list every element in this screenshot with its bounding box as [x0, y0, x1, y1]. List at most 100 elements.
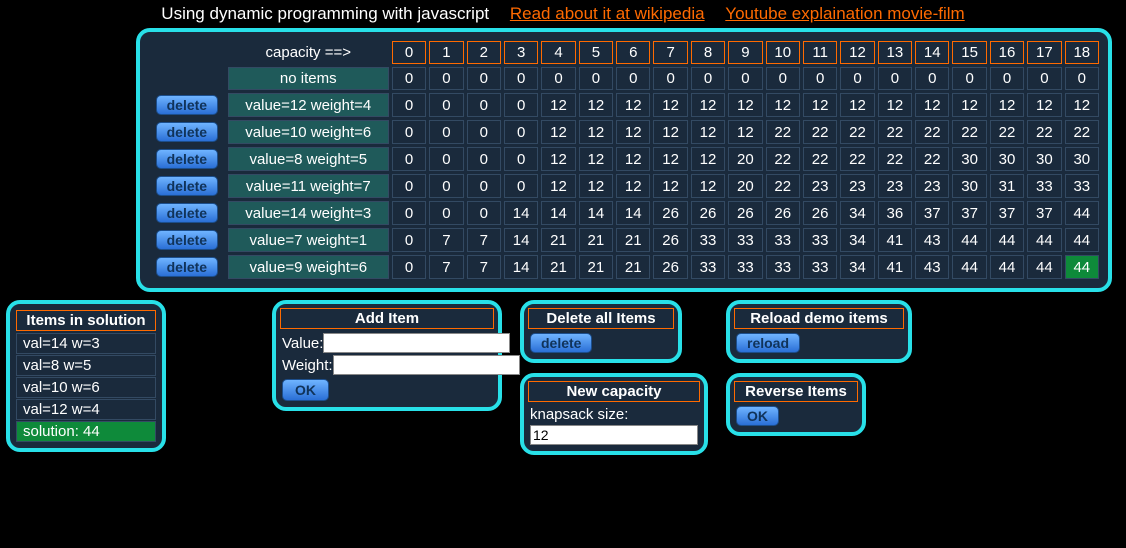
row-label: value=7 weight=1 — [228, 228, 389, 252]
dp-cell: 37 — [1027, 201, 1061, 225]
dp-cell: 0 — [392, 201, 426, 225]
delete-all-panel: Delete all Items delete — [520, 300, 682, 363]
row-label: value=10 weight=6 — [228, 120, 389, 144]
dp-cell: 34 — [840, 201, 874, 225]
row-label: value=14 weight=3 — [228, 201, 389, 225]
dp-cell: 12 — [579, 147, 613, 171]
dp-cell: 30 — [952, 147, 986, 171]
dp-cell: 22 — [840, 147, 874, 171]
row-label: value=8 weight=5 — [228, 147, 389, 171]
dp-cell: 0 — [467, 174, 501, 198]
dp-cell: 12 — [990, 93, 1024, 117]
dp-cell: 0 — [429, 67, 463, 90]
dp-cell: 26 — [766, 201, 800, 225]
dp-cell: 33 — [1027, 174, 1061, 198]
capacity-header: 9 — [728, 41, 762, 64]
dp-cell: 22 — [803, 120, 837, 144]
capacity-header: 12 — [840, 41, 874, 64]
dp-cell: 12 — [840, 93, 874, 117]
dp-cell: 44 — [1027, 228, 1061, 252]
dp-cell: 12 — [691, 147, 725, 171]
capacity-header: 7 — [653, 41, 687, 64]
capacity-header: 4 — [541, 41, 575, 64]
capacity-header: 0 — [392, 41, 426, 64]
dp-cell: 44 — [1065, 255, 1099, 279]
solution-item: val=10 w=6 — [16, 377, 156, 398]
dp-cell: 0 — [1065, 67, 1099, 90]
dp-cell: 26 — [653, 228, 687, 252]
dp-cell: 0 — [392, 67, 426, 90]
youtube-link[interactable]: Youtube explaination movie-film — [725, 4, 964, 23]
dp-cell: 26 — [653, 201, 687, 225]
dp-cell: 37 — [915, 201, 949, 225]
solution-panel: Items in solution val=14 w=3val=8 w=5val… — [6, 300, 166, 452]
dp-cell: 22 — [803, 147, 837, 171]
dp-cell: 33 — [766, 255, 800, 279]
delete-all-button[interactable]: delete — [530, 333, 592, 353]
dp-cell: 21 — [541, 255, 575, 279]
dp-cell: 0 — [429, 93, 463, 117]
dp-cell: 22 — [766, 174, 800, 198]
solution-title: Items in solution — [16, 310, 156, 331]
dp-cell: 0 — [504, 120, 538, 144]
dp-cell: 12 — [616, 93, 650, 117]
delete-all-title: Delete all Items — [528, 308, 674, 329]
solution-item: val=12 w=4 — [16, 399, 156, 420]
dp-cell: 14 — [504, 255, 538, 279]
dp-cell: 14 — [504, 201, 538, 225]
dp-cell: 44 — [1065, 201, 1099, 225]
row-label: no items — [228, 67, 389, 90]
dp-cell: 30 — [1065, 147, 1099, 171]
dp-cell: 22 — [990, 120, 1024, 144]
dp-cell: 0 — [766, 67, 800, 90]
capacity-header: 6 — [616, 41, 650, 64]
dp-cell: 44 — [952, 255, 986, 279]
wikipedia-link[interactable]: Read about it at wikipedia — [510, 4, 705, 23]
capacity-header: 11 — [803, 41, 837, 64]
dp-cell: 12 — [579, 120, 613, 144]
delete-row-button[interactable]: delete — [156, 230, 218, 250]
delete-row-button[interactable]: delete — [156, 203, 218, 223]
dp-cell: 33 — [803, 255, 837, 279]
value-input[interactable] — [323, 333, 510, 353]
capacity-header: 15 — [952, 41, 986, 64]
dp-cell: 12 — [766, 93, 800, 117]
dp-cell: 26 — [728, 201, 762, 225]
weight-input[interactable] — [333, 355, 520, 375]
delete-row-button[interactable]: delete — [156, 257, 218, 277]
delete-row-button[interactable]: delete — [156, 122, 218, 142]
dp-cell: 21 — [579, 228, 613, 252]
knapsack-size-label: knapsack size: — [530, 406, 698, 423]
dp-cell: 33 — [691, 255, 725, 279]
dp-cell: 30 — [990, 147, 1024, 171]
delete-row-button[interactable]: delete — [156, 149, 218, 169]
dp-cell: 23 — [878, 174, 912, 198]
dp-cell: 12 — [653, 120, 687, 144]
dp-cell: 41 — [878, 255, 912, 279]
add-item-panel: Add Item Value: Weight: OK — [272, 300, 502, 411]
dp-cell: 0 — [653, 67, 687, 90]
reload-button[interactable]: reload — [736, 333, 800, 353]
dp-cell: 0 — [504, 147, 538, 171]
solution-result: solution: 44 — [16, 421, 156, 442]
dp-cell: 12 — [878, 93, 912, 117]
dp-cell: 44 — [990, 255, 1024, 279]
dp-cell: 0 — [392, 228, 426, 252]
dp-cell: 14 — [504, 228, 538, 252]
dp-cell: 0 — [467, 201, 501, 225]
dp-cell: 0 — [429, 147, 463, 171]
dp-cell: 0 — [392, 174, 426, 198]
reload-title: Reload demo items — [734, 308, 904, 329]
reverse-ok-button[interactable]: OK — [736, 406, 779, 426]
dp-cell: 0 — [467, 120, 501, 144]
dp-cell: 20 — [728, 174, 762, 198]
capacity-header: 14 — [915, 41, 949, 64]
delete-row-button[interactable]: delete — [156, 176, 218, 196]
new-capacity-title: New capacity — [528, 381, 700, 402]
dp-cell: 7 — [467, 228, 501, 252]
delete-row-button[interactable]: delete — [156, 95, 218, 115]
dp-cell: 22 — [878, 147, 912, 171]
add-item-ok-button[interactable]: OK — [282, 379, 329, 401]
dp-cell: 12 — [616, 174, 650, 198]
knapsack-size-input[interactable] — [530, 425, 698, 445]
